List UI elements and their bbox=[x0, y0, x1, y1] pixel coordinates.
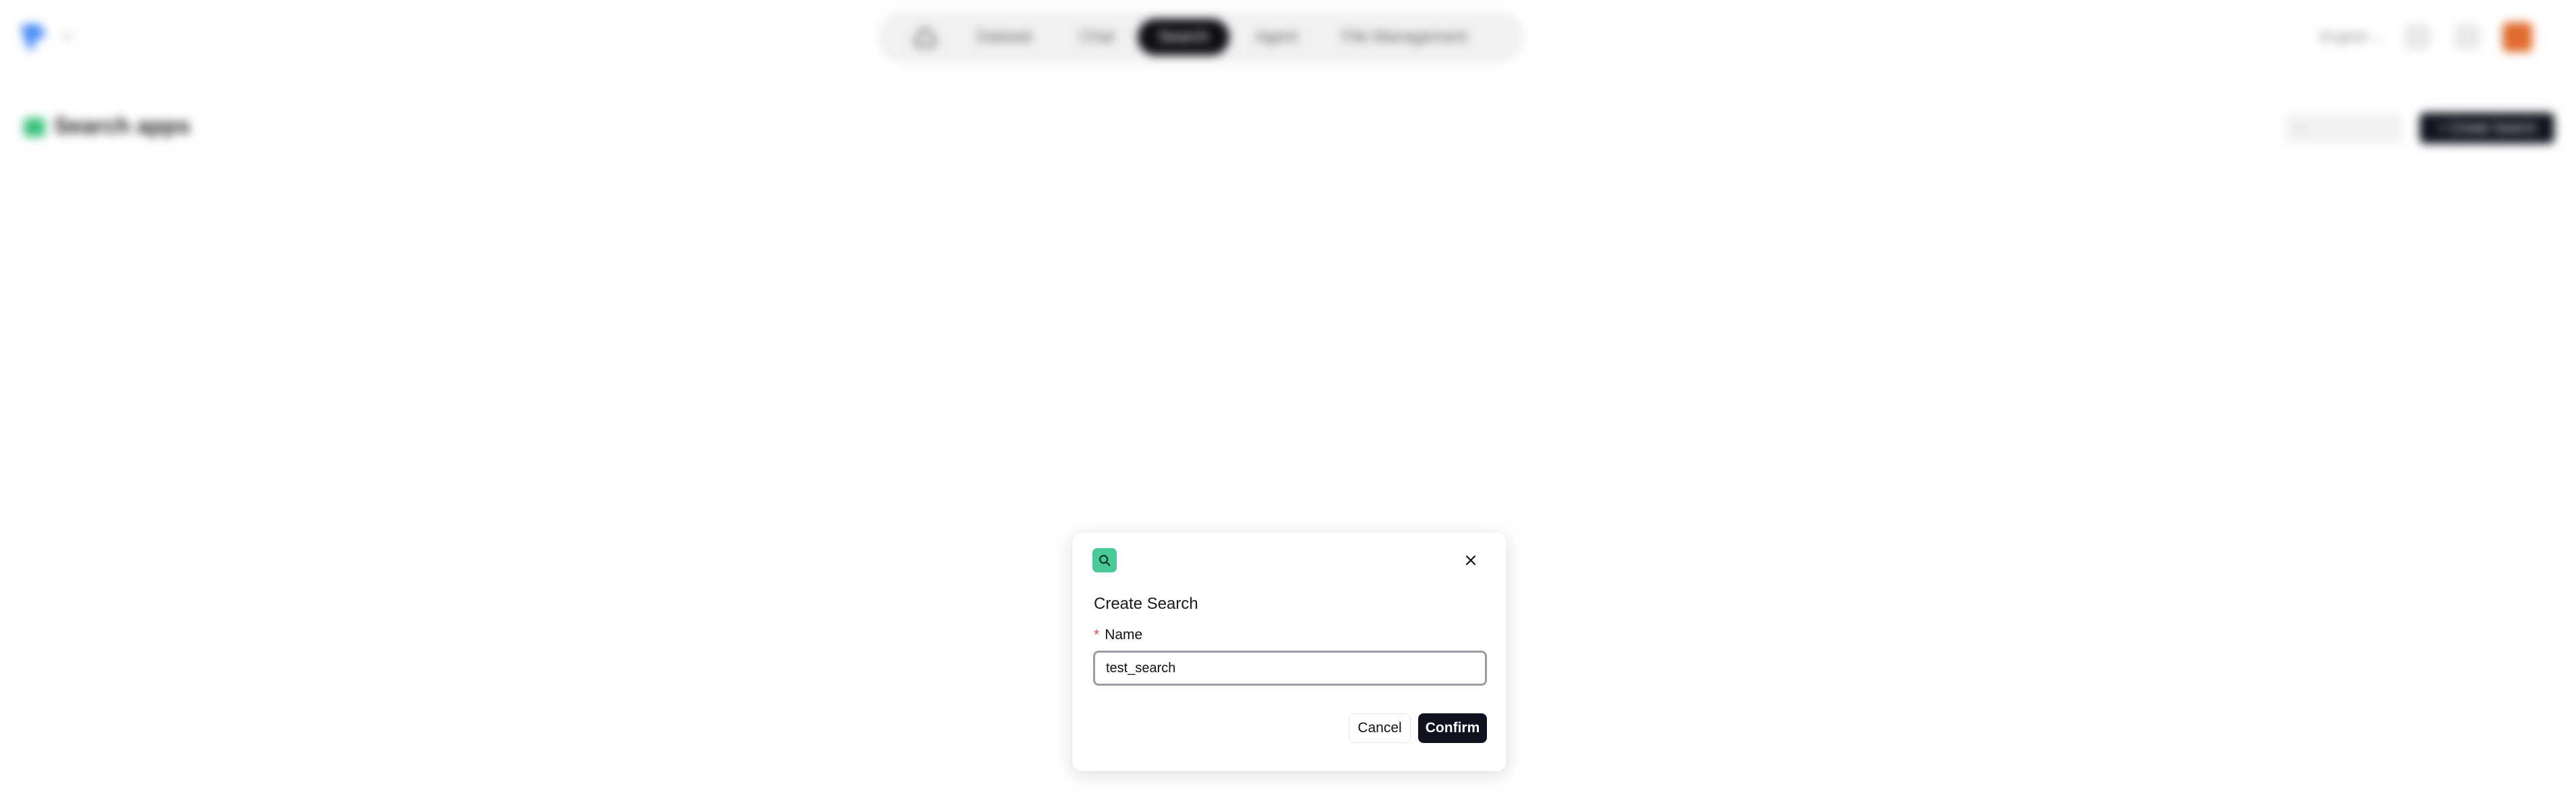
search-apps-icon bbox=[24, 118, 45, 137]
nav-dataset[interactable]: Dataset bbox=[952, 19, 1057, 55]
nav-search[interactable]: Search bbox=[1138, 19, 1229, 55]
nav-chat[interactable]: Chat bbox=[1057, 19, 1138, 55]
top-nav: Dataset Chat Search Agent File Managemen… bbox=[878, 11, 1524, 63]
app-logo[interactable] bbox=[15, 20, 49, 54]
cancel-button[interactable]: Cancel bbox=[1349, 713, 1411, 743]
language-selector[interactable]: English ⌄ bbox=[2320, 28, 2385, 46]
github-icon[interactable] bbox=[2405, 24, 2430, 50]
dialog-title: Create Search bbox=[1094, 595, 1198, 613]
name-label-text: Name bbox=[1105, 627, 1143, 643]
search-icon bbox=[1092, 548, 1117, 572]
nav-home[interactable] bbox=[898, 19, 952, 55]
language-label: English bbox=[2320, 28, 2369, 45]
create-search-label: Create Search bbox=[2449, 121, 2537, 136]
page-search-input[interactable]: ⌕ bbox=[2286, 113, 2402, 143]
home-icon bbox=[915, 27, 935, 47]
confirm-button[interactable]: Confirm bbox=[1418, 713, 1487, 743]
page-title: Search apps bbox=[54, 113, 191, 139]
required-mark: * bbox=[1094, 627, 1100, 643]
create-search-dialog: Create Search * Name Cancel Confirm bbox=[1072, 532, 1506, 771]
avatar[interactable] bbox=[2502, 22, 2532, 52]
nav-file-management[interactable]: File Management bbox=[1324, 19, 1486, 55]
theme-toggle-icon[interactable] bbox=[2455, 24, 2480, 50]
sidebar-toggle-icon[interactable]: ≡ bbox=[63, 30, 74, 42]
create-search-button[interactable]: + Create Search bbox=[2420, 113, 2554, 144]
close-icon[interactable] bbox=[1459, 548, 1483, 572]
name-field-label: * Name bbox=[1094, 627, 1142, 643]
name-input[interactable] bbox=[1093, 651, 1487, 686]
nav-agent[interactable]: Agent bbox=[1229, 19, 1324, 55]
